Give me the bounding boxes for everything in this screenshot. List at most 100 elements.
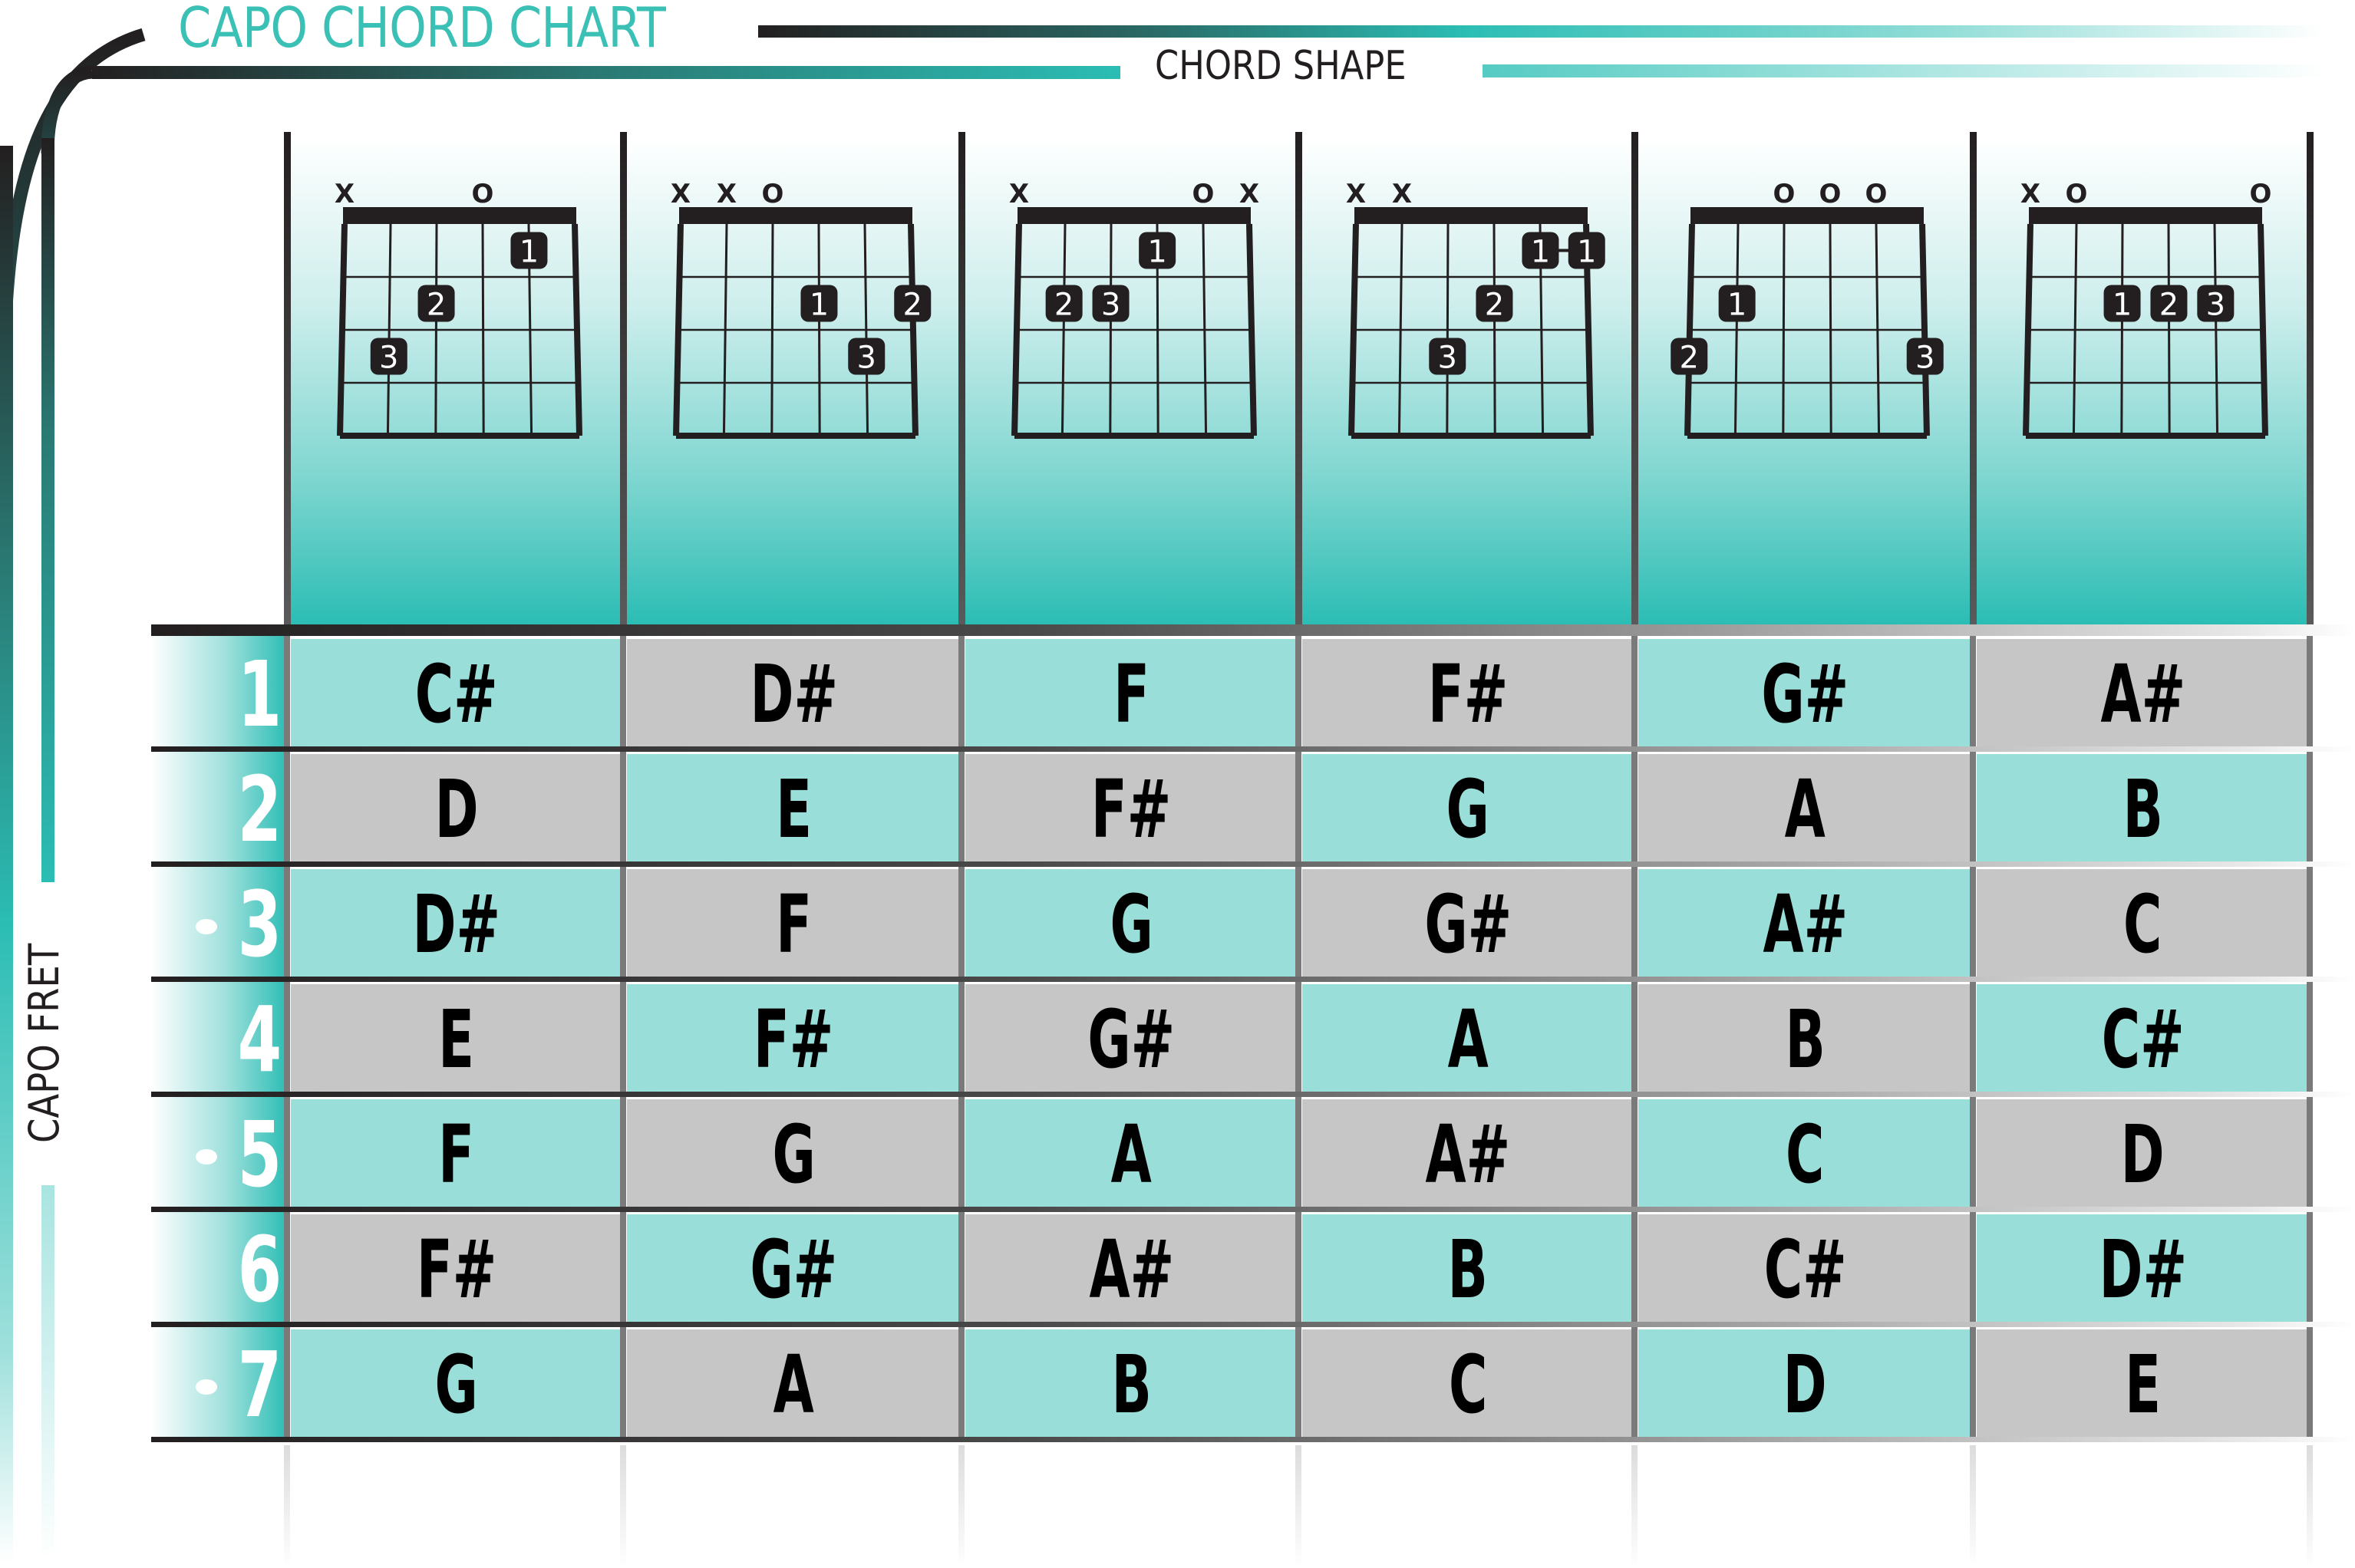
chord-name: D# (750, 647, 838, 741)
chord-cell: G (1302, 754, 1634, 864)
chord-name: A (1110, 1107, 1153, 1201)
chord-diagram: X O X2 31 (1009, 179, 1259, 439)
chord-name: B (2122, 762, 2163, 856)
chord-name: C (1448, 1337, 1488, 1431)
chord-name: C (2123, 877, 2162, 971)
chord-cell: G# (1302, 869, 1634, 979)
capo-fret-number: 2 (151, 752, 282, 867)
muted-string-marker: X (671, 179, 691, 209)
chord-name: B (1785, 992, 1826, 1086)
outer-vertical-bar (0, 146, 13, 1563)
finger-number: 2 (1054, 288, 1074, 323)
nut (1690, 207, 1924, 224)
finger-number: 2 (1680, 341, 1699, 376)
chord-name: G# (1087, 992, 1176, 1086)
chord-cell: F# (291, 1214, 622, 1324)
open-string-marker: O (1819, 179, 1842, 209)
chord-name: G (1110, 877, 1153, 971)
chord-diagram: O O O213 (1671, 179, 1944, 439)
chord-cell: F# (965, 754, 1298, 864)
chord-cell: F# (1302, 639, 1634, 749)
chord-name: D (434, 762, 479, 856)
chord-name: E (2125, 1337, 2161, 1431)
cell-divider-fade (1295, 1445, 1301, 1568)
row-separator (151, 1207, 2355, 1212)
capo-fret-number: 1 (151, 637, 282, 752)
chord-cell: B (965, 1329, 1298, 1439)
chord-shape-column: XX3211F (1298, 137, 1634, 753)
chord-shape-column: XOX231E (961, 137, 1298, 753)
open-string-marker: O (1773, 179, 1796, 209)
open-string-marker: O (2066, 179, 2088, 209)
muted-string-marker: X (1239, 179, 1259, 209)
cell-divider-fade (1631, 1445, 1638, 1568)
chord-name: C (1786, 1107, 1825, 1201)
chord-cell: A (965, 1099, 1298, 1209)
chord-shape-column: OOO213G (1634, 137, 1973, 753)
chord-cell: C (1638, 1099, 1972, 1209)
finger-number: 1 (1147, 235, 1166, 270)
muted-string-marker: X (717, 179, 737, 209)
muted-string-marker: X (335, 179, 355, 209)
chord-name: G# (750, 1222, 838, 1316)
finger-number: 1 (1727, 288, 1746, 323)
chord-name: F (776, 877, 812, 971)
finger-number: 2 (427, 288, 446, 323)
open-string-marker: O (1865, 179, 1888, 209)
chord-cell: F (965, 639, 1298, 749)
chord-name: G# (1761, 647, 1849, 741)
fret-number-text: 2 (237, 756, 282, 862)
capo-fret-number: 6 (151, 1212, 282, 1327)
finger-number: 1 (810, 288, 829, 323)
chord-name: A# (1425, 1107, 1511, 1201)
fret-number-text: 4 (237, 987, 282, 1092)
chord-cell: D (1638, 1329, 1972, 1439)
column-divider (2307, 132, 2314, 624)
muted-string-marker: X (1009, 179, 1029, 209)
chord-cell: G (291, 1329, 622, 1439)
open-string-marker: O (762, 179, 784, 209)
capo-fret-number: 3 (151, 867, 282, 982)
chord-diagram: X X321 1 (1346, 179, 1605, 439)
column-divider (1295, 132, 1302, 624)
cell-divider (1295, 634, 1301, 1439)
chord-cell: F# (627, 984, 961, 1094)
chord-cell: G (627, 1099, 961, 1209)
row-separator (151, 1437, 2355, 1442)
chord-cell: A# (965, 1214, 1298, 1324)
chord-cell: D# (1977, 1214, 2309, 1324)
chord-name: B (1447, 1222, 1489, 1316)
row-separator (151, 1092, 2355, 1097)
cell-divider-fade (284, 1445, 290, 1568)
chord-cell: D (291, 754, 622, 864)
chord-cell: A (627, 1329, 961, 1439)
chord-shape-column: XOO123A (1973, 137, 2310, 753)
chord-cell: C (1302, 1329, 1634, 1439)
finger-number: 2 (2159, 288, 2179, 323)
muted-string-marker: X (1392, 179, 1412, 209)
chord-cell: E (1977, 1329, 2309, 1439)
chord-cell: G (965, 869, 1298, 979)
chord-shape-bar-right (1483, 64, 2327, 77)
chord-shape-column: XXO132D (623, 137, 961, 753)
column-divider (1631, 132, 1638, 624)
chord-cell: C# (1977, 984, 2309, 1094)
chord-name: C# (415, 647, 498, 741)
chord-name: A (1447, 992, 1489, 1086)
finger-number: 3 (2206, 288, 2225, 323)
cell-divider (1970, 634, 1976, 1439)
nut (679, 207, 912, 224)
fret-number-text: 5 (237, 1102, 282, 1207)
capo-fret-number: 5 (151, 1097, 282, 1212)
column-divider (1970, 132, 1977, 624)
finger-number: 1 (2113, 288, 2132, 323)
chord-shape-bar-left (92, 66, 1120, 79)
fret-number-text: 7 (237, 1332, 282, 1438)
chord-name: A (773, 1337, 815, 1431)
chord-cell: D (1977, 1099, 2309, 1209)
fret-marker-dot-icon (195, 1148, 217, 1164)
chord-cell: F (291, 1099, 622, 1209)
fret-number-text: 1 (237, 641, 282, 747)
chord-name: E (776, 762, 812, 856)
cell-divider (620, 634, 626, 1439)
